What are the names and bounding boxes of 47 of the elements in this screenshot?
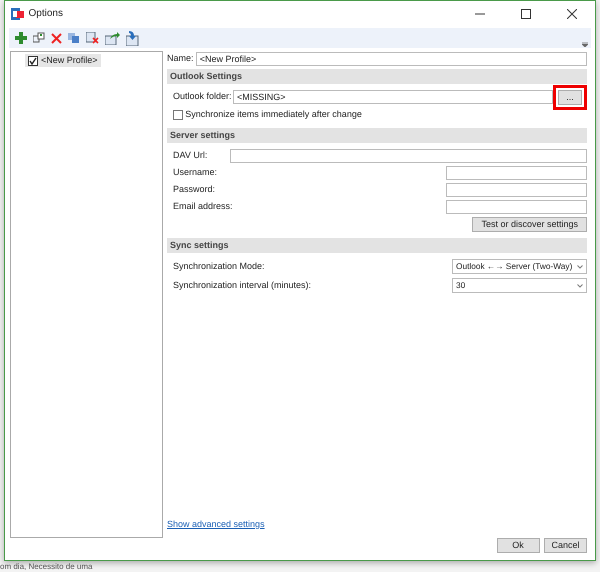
clear-icon[interactable] xyxy=(86,32,99,44)
checkbox-label: Synchronize items immediately after change xyxy=(185,108,362,122)
outlook-folder-field: <MISSING> xyxy=(233,90,553,104)
dropdown[interactable]: Outlook ←→ Server (Two-Way) xyxy=(452,259,587,274)
section-header: Server settings xyxy=(167,128,587,143)
import-icon[interactable] xyxy=(126,30,139,46)
close-icon[interactable] xyxy=(567,8,577,18)
dialog-button[interactable]: Ok xyxy=(496,538,540,553)
copy-icon[interactable] xyxy=(68,32,80,44)
browse-button[interactable]: ... xyxy=(558,90,582,104)
section-header: Sync settings xyxy=(167,238,587,253)
text-field[interactable] xyxy=(446,166,587,180)
text-field[interactable] xyxy=(446,200,587,214)
profile-item[interactable]: <New Profile> xyxy=(25,54,101,67)
maximize-icon[interactable] xyxy=(521,8,531,18)
checkbox[interactable] xyxy=(28,56,38,66)
dialog-button[interactable]: Cancel xyxy=(544,538,587,553)
dropdown-value: 30 xyxy=(456,279,466,292)
test-settings-button[interactable]: Test or discover settings xyxy=(472,217,587,232)
checkbox[interactable] xyxy=(173,110,183,120)
field-label: Password: xyxy=(173,183,216,196)
duplicate-icon[interactable] xyxy=(33,32,45,44)
field-label: DAV Url: xyxy=(173,149,208,162)
chevron-down-icon xyxy=(577,264,583,268)
profile-label: <New Profile> xyxy=(41,54,98,67)
app-icon xyxy=(11,8,24,20)
field-label: Email address: xyxy=(173,200,230,214)
dropdown-value: Outlook ←→ Server (Two-Way) xyxy=(456,260,572,273)
name-field[interactable]: <New Profile> xyxy=(196,52,587,66)
minimize-icon[interactable] xyxy=(475,12,485,14)
delete-icon[interactable] xyxy=(51,32,62,44)
field-label: Synchronization interval (minutes): xyxy=(173,278,312,292)
advanced-settings-link[interactable]: Show advanced settings xyxy=(167,519,265,529)
section-header: Outlook Settings xyxy=(167,69,587,84)
field-label: Synchronization Mode: xyxy=(173,260,265,273)
field-label: Outlook folder: xyxy=(173,90,233,104)
text-field[interactable] xyxy=(230,149,587,163)
chevron-down-icon xyxy=(577,284,583,288)
field-label: Username: xyxy=(173,166,218,180)
background-text: om dia, Necessito de uma xyxy=(0,562,92,571)
dropdown[interactable]: 30 xyxy=(452,278,587,293)
text-field[interactable] xyxy=(446,183,587,197)
export-icon[interactable] xyxy=(105,32,120,44)
field-label: Name: xyxy=(167,52,194,66)
window-title: Options xyxy=(28,7,63,21)
add-icon[interactable] xyxy=(15,32,27,44)
overflow-icon[interactable] xyxy=(582,42,588,47)
